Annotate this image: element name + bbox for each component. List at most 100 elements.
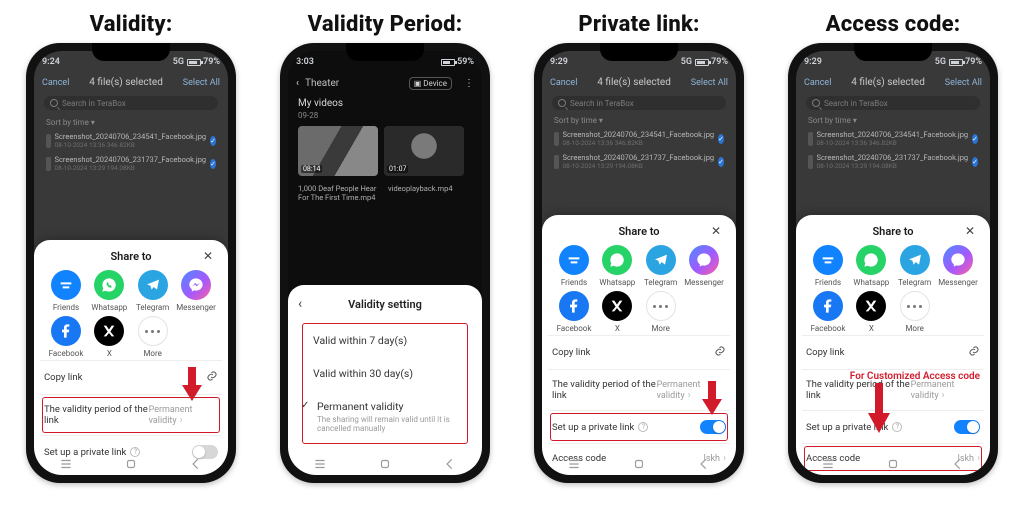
screen-4: 9:29 5G79% Cancel4 file(s) selectedSelec… — [796, 51, 990, 475]
access-note: For Customized Access code — [850, 371, 980, 382]
home-icon — [124, 457, 138, 471]
whatsapp-icon — [94, 270, 124, 300]
close-icon[interactable]: ✕ — [708, 223, 724, 239]
check-icon: ✓ — [301, 400, 309, 411]
phone-4: 9:29 5G79% Cancel4 file(s) selectedSelec… — [788, 43, 998, 483]
file-thumb — [46, 134, 51, 148]
share-x[interactable]: X — [89, 316, 129, 358]
private-toggle[interactable] — [954, 420, 980, 434]
screen-3: 9:29 5G79% Cancel4 file(s) selectedSelec… — [542, 51, 736, 475]
theater-title: Theater — [305, 78, 339, 89]
battery-icon: 79% — [187, 57, 220, 67]
share-whatsapp[interactable]: Whatsapp — [89, 270, 129, 312]
panel-back-button[interactable]: ‹ — [298, 296, 302, 312]
sort-button[interactable]: Sort by time — [40, 118, 222, 129]
share-sheet: Share to ✕ Friends Whatsapp Telegram Mes… — [34, 240, 228, 475]
share-messenger[interactable]: Messenger — [176, 270, 216, 312]
friends-icon — [51, 270, 81, 300]
validity-row[interactable]: The validity period of the link Permanen… — [42, 397, 220, 433]
status-net: 5G — [173, 57, 184, 67]
menu-icon[interactable]: ⋮ — [464, 78, 474, 89]
share-facebook[interactable]: Facebook — [554, 291, 594, 333]
check-icon: ✓ — [210, 136, 216, 146]
title-2: Validity Period: — [308, 12, 463, 37]
search-icon — [50, 99, 58, 107]
back-button[interactable]: ‹ — [296, 78, 299, 89]
close-icon[interactable]: ✕ — [200, 248, 216, 264]
section-label: My videos — [288, 96, 482, 111]
validity-7d[interactable]: Valid within 7 day(s) — [303, 324, 467, 357]
title-3: Private link: — [578, 12, 699, 37]
private-link-row[interactable]: Set up a private link? — [550, 413, 728, 441]
phone-2: 3:03 59% ‹ Theater ▣ Device ⋮ My videos … — [280, 43, 490, 483]
picker-header: Cancel 4 file(s) selected Select All — [40, 73, 222, 92]
validity-options: Valid within 7 day(s) Valid within 30 da… — [302, 323, 468, 444]
private-toggle[interactable] — [700, 420, 726, 434]
share-x[interactable]: X — [597, 291, 637, 333]
phone-1: 9:24 5G 79% Cancel 4 file(s) selected Se… — [26, 43, 236, 483]
x-icon — [94, 316, 124, 346]
copy-link-row[interactable]: Copy link — [804, 338, 982, 367]
sheet-title: Share to — [110, 250, 151, 263]
share-messenger[interactable]: Messenger — [684, 245, 724, 287]
date-label: 09-28 — [288, 111, 482, 120]
video-thumb[interactable]: 08:14 — [298, 126, 378, 176]
device-tab[interactable]: ▣ Device — [409, 77, 452, 90]
copy-link-row[interactable]: Copy link — [550, 338, 728, 367]
validity-30d[interactable]: Valid within 30 day(s) — [303, 357, 467, 390]
search-placeholder: Search in TeraBox — [62, 99, 126, 108]
share-more[interactable]: More — [641, 291, 681, 333]
title-4: Access code: — [826, 12, 961, 37]
notch — [600, 43, 678, 61]
panel-title: Validity setting — [348, 298, 422, 311]
video-thumb[interactable]: 01:07 — [384, 126, 464, 176]
share-friends[interactable]: Friends — [46, 270, 86, 312]
share-facebook[interactable]: Facebook — [46, 316, 86, 358]
stage: Validity: 9:24 5G 79% Cancel — [0, 0, 1024, 511]
cancel-button[interactable]: Cancel — [42, 78, 69, 88]
android-nav — [34, 456, 228, 472]
battery-icon: 59% — [441, 57, 474, 67]
android-nav — [796, 456, 990, 472]
title-1: Validity: — [90, 12, 173, 37]
highlight-arrow-icon — [702, 381, 722, 415]
picker-title: 4 file(s) selected — [89, 77, 163, 88]
chevron-right-icon: › — [180, 415, 183, 426]
share-apps-row2: Facebook X More — [42, 312, 220, 358]
select-all-button[interactable]: Select All — [183, 78, 220, 88]
theater-bg: ‹ Theater ▣ Device ⋮ My videos 09-28 08:… — [288, 71, 482, 204]
share-friends[interactable]: Friends — [554, 245, 594, 287]
screen-1: 9:24 5G 79% Cancel 4 file(s) selected Se… — [34, 51, 228, 475]
link-icon — [206, 370, 218, 385]
share-sheet: Share to✕ Friends Whatsapp Telegram Mess… — [542, 215, 736, 475]
facebook-icon — [51, 316, 81, 346]
file-row[interactable]: Screenshot_20240706_234541_Facebook.jpg0… — [40, 129, 222, 152]
back-icon — [189, 457, 203, 471]
share-more[interactable]: More — [133, 316, 173, 358]
col-1: Validity: 9:24 5G 79% Cancel — [26, 8, 236, 483]
file-picker-bg: Cancel 4 file(s) selected Select All Sea… — [34, 71, 228, 177]
status-time: 3:03 — [296, 57, 314, 67]
close-icon[interactable]: ✕ — [962, 223, 978, 239]
search-input[interactable]: Search in TeraBox — [44, 96, 218, 110]
android-nav — [288, 456, 482, 472]
link-icon — [714, 345, 726, 360]
share-apps-row1: Friends Whatsapp Telegram Messenger — [42, 266, 220, 312]
messenger-icon — [181, 270, 211, 300]
file-row[interactable]: Screenshot_20240706_231737_Facebook.jpg0… — [40, 152, 222, 175]
more-icon — [138, 316, 168, 346]
file-thumb — [46, 157, 51, 171]
status-right: 5G 79% — [173, 57, 220, 67]
share-whatsapp[interactable]: Whatsapp — [597, 245, 637, 287]
highlight-arrow-icon — [868, 383, 890, 433]
validity-permanent[interactable]: ✓ Permanent validity The sharing will re… — [303, 390, 467, 443]
share-telegram[interactable]: Telegram — [133, 270, 173, 312]
share-sheet: Share to✕ Friends Whatsapp Telegram Mess… — [796, 215, 990, 475]
telegram-icon — [138, 270, 168, 300]
private-link-row[interactable]: Set up a private link? — [804, 413, 982, 441]
share-telegram[interactable]: Telegram — [641, 245, 681, 287]
notch — [854, 43, 932, 61]
check-icon: ✓ — [210, 159, 216, 169]
phone-3: 9:29 5G79% Cancel4 file(s) selectedSelec… — [534, 43, 744, 483]
android-nav — [542, 456, 736, 472]
